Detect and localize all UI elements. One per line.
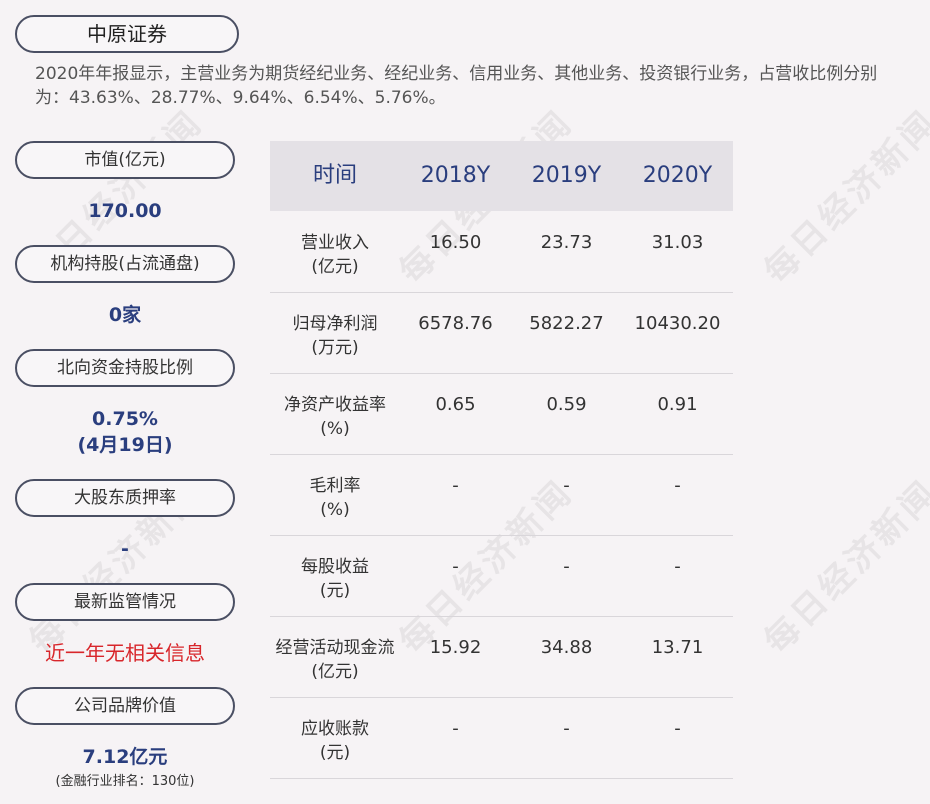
cell-2020: - xyxy=(674,718,681,739)
institution-holding-label: 机构持股(占流通盘) xyxy=(15,245,235,283)
row-label: 经营活动现金流 (亿元) xyxy=(275,638,395,682)
table-header: 时间 2018Y 2019Y 2020Y xyxy=(270,141,733,211)
cell-2019: - xyxy=(563,475,570,496)
regulation-value: 近一年无相关信息 xyxy=(45,641,205,665)
regulation-label: 最新监管情况 xyxy=(15,583,235,621)
header-2020: 2020Y xyxy=(642,163,713,188)
watermark: 每日经济新闻 xyxy=(756,102,930,292)
northbound-holding-label: 北向资金持股比例 xyxy=(15,349,235,387)
cell-2018: 15.92 xyxy=(429,637,482,658)
watermark: 每日经济新闻 xyxy=(756,472,930,662)
header-2018: 2018Y xyxy=(420,163,491,188)
brand-value: 7.12亿元 xyxy=(82,746,168,768)
cell-2020: - xyxy=(674,475,681,496)
market-cap-label: 市值(亿元) xyxy=(15,141,235,179)
business-summary: 2020年年报显示，主营业务为期货经纪业务、经纪业务、信用业务、其他业务、投资银… xyxy=(35,64,878,108)
table-row: 毛利率 (%) - - - xyxy=(270,454,733,536)
cell-2019: 5822.27 xyxy=(529,313,604,334)
header-2019: 2019Y xyxy=(531,163,602,188)
row-label: 应收账款 (元) xyxy=(301,719,369,763)
northbound-holding-value: 0.75% xyxy=(92,408,158,430)
institution-holding-value: 0家 xyxy=(108,304,142,326)
cell-2020: 31.03 xyxy=(651,232,704,253)
row-label: 净资产收益率 (%) xyxy=(284,395,386,439)
header-time: 时间 xyxy=(312,163,357,188)
cell-2018: 16.50 xyxy=(429,232,482,253)
pledge-ratio-label: 大股东质押率 xyxy=(15,479,235,517)
cell-2019: 34.88 xyxy=(540,637,593,658)
table-row: 归母净利润 (万元) 6578.76 5822.27 10430.20 xyxy=(270,292,733,374)
table-row: 经营活动现金流 (亿元) 15.92 34.88 13.71 xyxy=(270,616,733,698)
cell-2018: - xyxy=(452,475,459,496)
cell-2020: - xyxy=(674,556,681,577)
table-row: 应收账款 (元) - - - xyxy=(270,697,733,779)
cell-2018: 6578.76 xyxy=(418,313,493,334)
row-label: 营业收入 (亿元) xyxy=(301,233,369,277)
company-title: 中原证券 xyxy=(15,15,239,53)
cell-2019: 0.59 xyxy=(546,394,587,415)
cell-2019: - xyxy=(563,556,570,577)
row-label: 每股收益 (元) xyxy=(301,557,369,601)
brand-rank: (金融行业排名：130位) xyxy=(55,774,195,789)
cell-2019: 23.73 xyxy=(540,232,593,253)
cell-2020: 10430.20 xyxy=(634,313,721,334)
table-row: 营业收入 (亿元) 16.50 23.73 31.03 xyxy=(270,211,733,293)
cell-2020: 13.71 xyxy=(651,637,704,658)
cell-2020: 0.91 xyxy=(657,394,698,415)
cell-2018: 0.65 xyxy=(435,394,476,415)
pledge-ratio-value: - xyxy=(121,538,129,560)
cell-2018: - xyxy=(452,556,459,577)
market-cap-value: 170.00 xyxy=(88,200,162,222)
row-label: 毛利率 (%) xyxy=(309,476,361,520)
cell-2019: - xyxy=(563,718,570,739)
table-row: 净资产收益率 (%) 0.65 0.59 0.91 xyxy=(270,373,733,455)
northbound-holding-date: (4月19日) xyxy=(77,434,173,456)
table-row: 每股收益 (元) - - - xyxy=(270,535,733,617)
brand-value-label: 公司品牌价值 xyxy=(15,687,235,725)
row-label: 归母净利润 (万元) xyxy=(292,314,378,358)
cell-2018: - xyxy=(452,718,459,739)
